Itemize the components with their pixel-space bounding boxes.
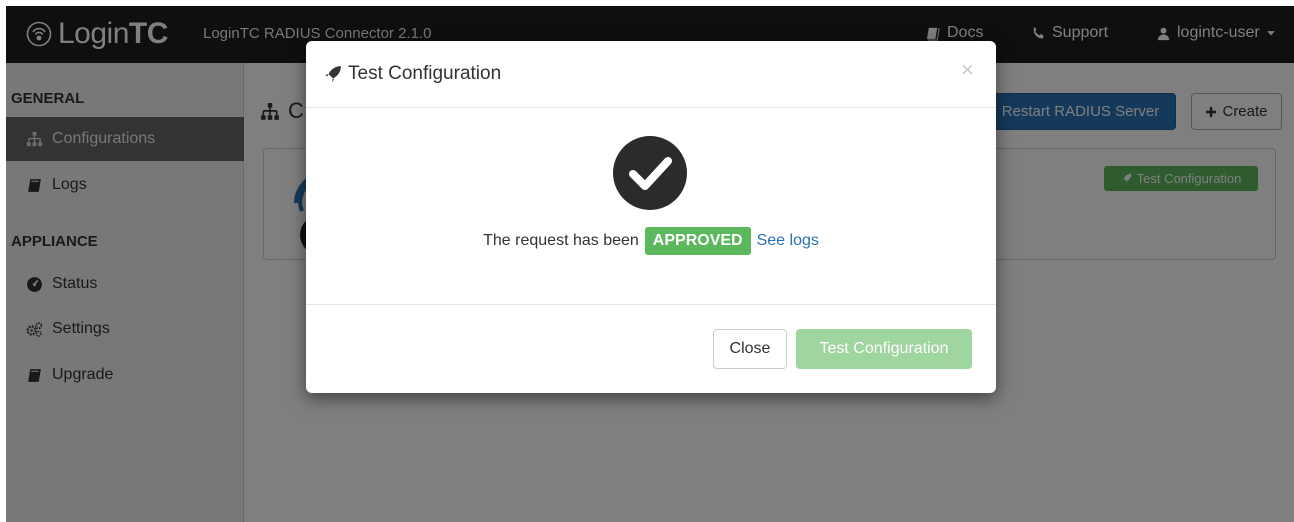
modal-header: Test Configuration ×	[306, 41, 996, 108]
see-logs-link[interactable]: See logs	[757, 232, 819, 250]
modal-title: Test Configuration	[324, 63, 501, 85]
test-button-label: Test Configuration	[819, 340, 949, 357]
result-message: The request has been APPROVED See logs	[306, 227, 996, 255]
modal-body: The request has been APPROVED See logs	[306, 108, 996, 305]
modal-footer: Close Test Configuration	[306, 305, 996, 393]
status-badge: APPROVED	[644, 227, 751, 255]
test-configuration-modal: Test Configuration × The request has bee…	[306, 41, 996, 393]
check-circle-icon	[613, 136, 687, 210]
rocket-icon	[325, 66, 341, 82]
close-button-label: Close	[729, 340, 771, 357]
close-icon[interactable]: ×	[961, 59, 974, 81]
close-button[interactable]: Close	[713, 329, 787, 369]
test-configuration-button[interactable]: Test Configuration	[796, 329, 972, 369]
modal-title-text: Test Configuration	[348, 63, 502, 84]
result-prefix: The request has been	[483, 232, 639, 249]
